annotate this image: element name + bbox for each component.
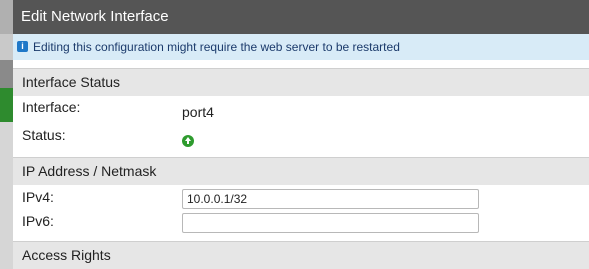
- background-strip-band: [0, 122, 13, 269]
- background-strip-band: [0, 88, 13, 122]
- status-label: Status:: [22, 127, 66, 143]
- interface-value: port4: [182, 104, 214, 120]
- info-icon: i: [17, 41, 28, 52]
- section-header-interface-status[interactable]: Interface Status: [13, 68, 589, 96]
- info-banner-text: Editing this configuration might require…: [33, 40, 400, 54]
- ipv4-input[interactable]: [182, 189, 479, 209]
- edit-network-interface-dialog: Edit Network Interface i Editing this co…: [13, 0, 589, 269]
- ipv6-label: IPv6:: [22, 213, 54, 229]
- background-strip-band: [0, 0, 13, 34]
- ipv4-label: IPv4:: [22, 189, 54, 205]
- info-banner: i Editing this configuration might requi…: [13, 34, 589, 60]
- section-header-access-rights[interactable]: Access Rights: [13, 241, 589, 269]
- dialog-title: Edit Network Interface: [13, 0, 589, 34]
- interface-label: Interface:: [22, 99, 81, 115]
- ipv6-input[interactable]: [182, 213, 479, 233]
- background-page-strip: [0, 0, 13, 269]
- section-header-ip-netmask[interactable]: IP Address / Netmask: [13, 157, 589, 185]
- status-up-icon: [182, 135, 194, 147]
- background-strip-band: [0, 60, 13, 90]
